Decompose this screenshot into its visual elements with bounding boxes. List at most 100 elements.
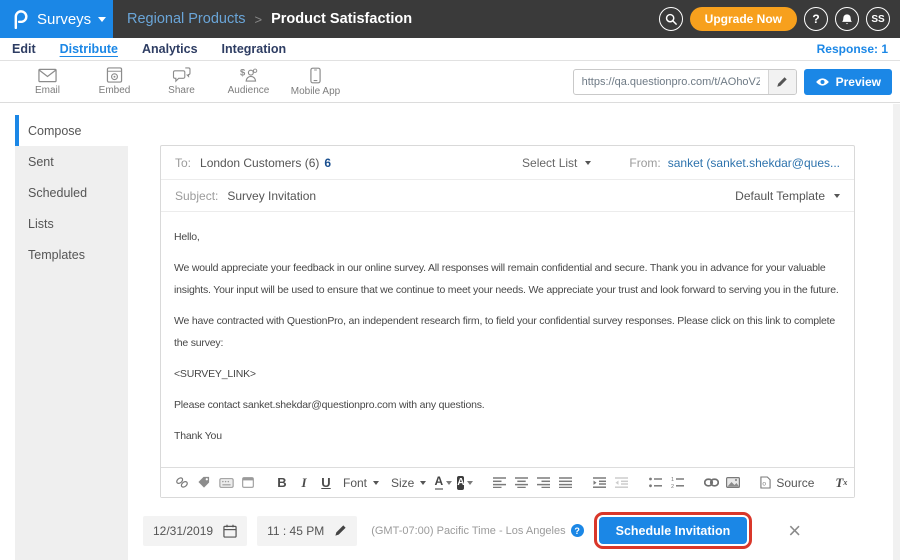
sidebar-item-scheduled[interactable]: Scheduled xyxy=(15,177,128,208)
svg-text:o: o xyxy=(763,481,767,488)
font-dropdown-label: Font xyxy=(343,476,367,490)
tab-analytics[interactable]: Analytics xyxy=(142,42,198,56)
editor-toolbar: B I U Font Size A A xyxy=(161,467,854,497)
bold-button[interactable]: B xyxy=(271,471,293,495)
size-dropdown[interactable]: Size xyxy=(385,476,432,490)
outdent-button[interactable] xyxy=(610,471,632,495)
body-paragraph: Hello, xyxy=(174,226,842,248)
survey-url-input[interactable] xyxy=(574,70,768,94)
sidebar-item-label: Sent xyxy=(28,155,54,169)
merge-tag-button[interactable] xyxy=(193,471,215,495)
search-button[interactable] xyxy=(659,7,683,31)
source-button[interactable]: o Source xyxy=(756,476,818,490)
sidebar-item-lists[interactable]: Lists xyxy=(15,208,128,239)
indent-button[interactable] xyxy=(588,471,610,495)
justify-icon xyxy=(559,477,572,488)
timezone-label: (GMT-07:00) Pacific Time - Los Angeles xyxy=(371,525,565,537)
chevron-down-icon xyxy=(446,481,452,485)
channel-share[interactable]: Share xyxy=(148,67,215,96)
select-list-dropdown[interactable]: Select List xyxy=(522,156,591,170)
page-scrollbar[interactable] xyxy=(893,104,900,560)
questionpro-logo-block[interactable]: Surveys xyxy=(0,0,113,38)
remove-format-button[interactable]: Tx xyxy=(830,471,852,495)
insert-link-button[interactable] xyxy=(700,471,722,495)
response-count[interactable]: Response: 1 xyxy=(817,42,888,56)
date-value: 12/31/2019 xyxy=(153,524,213,538)
template-dropdown[interactable]: Default Template xyxy=(735,189,840,203)
avatar[interactable]: SS xyxy=(866,7,890,31)
subject-value[interactable]: Survey Invitation xyxy=(227,189,316,203)
align-right-button[interactable] xyxy=(532,471,554,495)
body-paragraph: We have contracted with QuestionPro, an … xyxy=(174,310,842,354)
insert-image-button[interactable] xyxy=(722,471,744,495)
bullet-list-icon xyxy=(649,477,662,488)
preview-label: Preview xyxy=(836,75,881,89)
help-button[interactable]: ? xyxy=(804,7,828,31)
channel-email[interactable]: Email xyxy=(14,68,81,96)
italic-button[interactable]: I xyxy=(293,471,315,495)
from-group: From: sanket (sanket.shekdar@ques... xyxy=(629,156,840,170)
calendar-icon xyxy=(223,524,237,538)
time-picker[interactable]: 11 : 45 PM xyxy=(257,516,357,546)
sidebar-item-label: Lists xyxy=(28,217,54,231)
compose-panel: To: London Customers (6) 6 Select List F… xyxy=(160,145,855,498)
template-insert-button[interactable] xyxy=(215,471,237,495)
iframe-embed-button[interactable] xyxy=(237,471,259,495)
tab-edit[interactable]: Edit xyxy=(12,42,36,56)
close-icon[interactable]: × xyxy=(788,520,801,542)
body-paragraph: <SURVEY_LINK> xyxy=(174,363,842,385)
align-center-button[interactable] xyxy=(510,471,532,495)
breadcrumb-folder[interactable]: Regional Products xyxy=(127,11,246,27)
font-dropdown[interactable]: Font xyxy=(337,476,385,490)
pencil-icon xyxy=(334,524,347,537)
text-color-button[interactable]: A xyxy=(432,471,454,495)
time-value: 11 : 45 PM xyxy=(267,524,324,538)
numbered-list-button[interactable]: 12 xyxy=(666,471,688,495)
channel-mobile-app[interactable]: Mobile App xyxy=(282,67,349,97)
sidebar-item-templates[interactable]: Templates xyxy=(15,239,128,270)
survey-url-box xyxy=(573,69,797,95)
source-label: Source xyxy=(776,476,814,490)
sidebar-item-compose[interactable]: Compose xyxy=(15,115,128,146)
sidebar-item-sent[interactable]: Sent xyxy=(15,146,128,177)
surveys-menu[interactable]: Surveys xyxy=(37,11,106,28)
timezone-help-button[interactable]: ? xyxy=(571,524,584,537)
schedule-invitation-button[interactable]: Schedule Invitation xyxy=(599,517,748,544)
svg-text:$: $ xyxy=(240,67,246,77)
tag-icon xyxy=(197,476,211,489)
underline-button[interactable]: U xyxy=(315,471,337,495)
upgrade-now-button[interactable]: Upgrade Now xyxy=(690,7,797,31)
recipient-count[interactable]: 6 xyxy=(324,156,331,170)
edit-url-button[interactable] xyxy=(768,70,796,94)
sidebar-item-label: Compose xyxy=(28,124,82,138)
survey-nav-tabs: Edit Distribute Analytics Integration Re… xyxy=(0,38,900,61)
highlight-color-button[interactable]: A xyxy=(454,471,476,495)
text-color-icon: A xyxy=(435,475,444,490)
sidebar-item-label: Scheduled xyxy=(28,186,87,200)
search-icon xyxy=(665,13,677,25)
align-left-button[interactable] xyxy=(488,471,510,495)
chevron-down-icon xyxy=(834,194,840,198)
tab-integration[interactable]: Integration xyxy=(222,42,287,56)
survey-link-button[interactable] xyxy=(171,471,193,495)
remove-format-x: x xyxy=(843,478,847,487)
sidebar-item-label: Templates xyxy=(28,248,85,262)
from-label: From: xyxy=(629,156,660,170)
date-picker[interactable]: 12/31/2019 xyxy=(143,516,247,546)
channel-embed[interactable]: Embed xyxy=(81,67,148,96)
recipients-row: To: London Customers (6) 6 Select List F… xyxy=(161,146,854,180)
notifications-button[interactable] xyxy=(835,7,859,31)
justify-button[interactable] xyxy=(554,471,576,495)
email-body-editor[interactable]: Hello, We would appreciate your feedback… xyxy=(161,212,854,447)
keyboard-icon xyxy=(219,478,234,488)
chevron-down-icon xyxy=(98,17,106,22)
breadcrumb: Regional Products > Product Satisfaction xyxy=(127,11,412,27)
to-value[interactable]: London Customers (6) xyxy=(200,156,319,170)
questionpro-logo-icon xyxy=(13,9,28,29)
channel-audience[interactable]: $ Audience xyxy=(215,67,282,96)
from-value[interactable]: sanket (sanket.shekdar@ques... xyxy=(668,156,840,170)
preview-button[interactable]: Preview xyxy=(804,69,892,95)
tab-distribute[interactable]: Distribute xyxy=(60,42,118,56)
bell-icon xyxy=(841,13,853,26)
bullet-list-button[interactable] xyxy=(644,471,666,495)
